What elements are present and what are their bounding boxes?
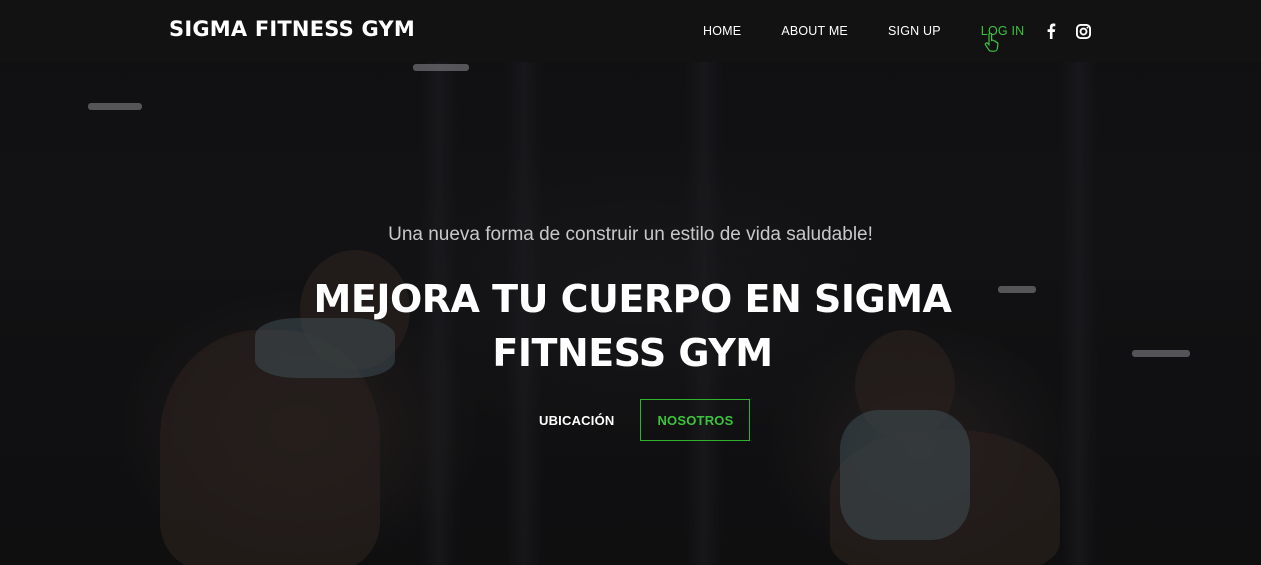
nav-links: HOME ABOUT ME SIGN UP LOG IN [703,24,1064,38]
hero-subtitle: Una nueva forma de construir un estilo d… [388,224,873,245]
social-links [1043,22,1091,40]
nav-home-link[interactable]: HOME [703,24,741,38]
hero-title-line-2: FITNESS GYM [492,331,773,375]
about-us-button[interactable]: NOSOTROS [640,399,751,441]
brand-logo[interactable]: SIGMA FITNESS GYM [169,17,415,41]
hero-title-line-1: MEJORA TU CUERPO EN SIGMA [313,277,952,321]
facebook-icon[interactable] [1043,22,1059,40]
hand-cursor-icon [984,32,1000,58]
nav-signup-link[interactable]: SIGN UP [888,24,941,38]
nav-about-link[interactable]: ABOUT ME [781,24,848,38]
hero-actions: UBICACIÓN NOSOTROS [539,399,751,441]
navbar: SIGMA FITNESS GYM HOME ABOUT ME SIGN UP … [0,0,1261,62]
location-button[interactable]: UBICACIÓN [539,413,614,428]
hero-title: MEJORA TU CUERPO EN SIGMA FITNESS GYM [0,272,1261,380]
instagram-icon[interactable] [1075,22,1091,40]
